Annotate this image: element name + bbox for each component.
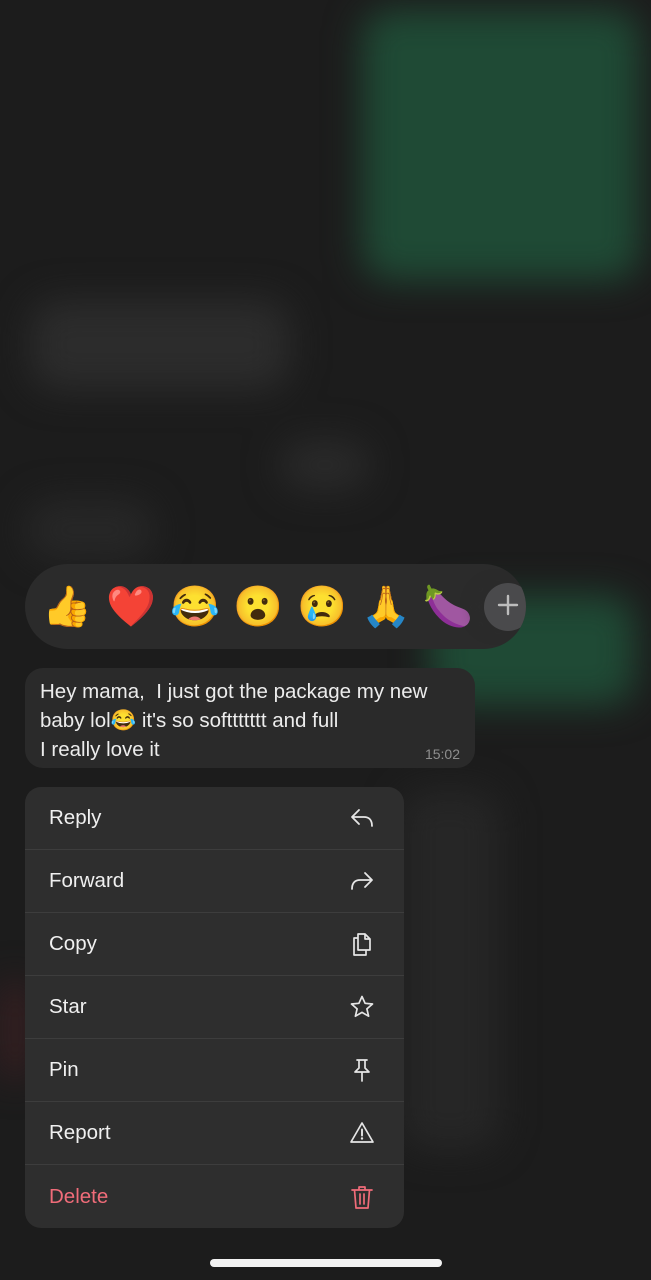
- blurred-incoming-message: [280, 440, 370, 490]
- pin-icon: [349, 1057, 375, 1083]
- menu-item-forward[interactable]: Forward: [25, 850, 404, 913]
- menu-item-label: Forward: [49, 869, 125, 892]
- more-reactions-button[interactable]: [484, 583, 526, 631]
- forward-icon: [349, 868, 375, 894]
- reply-icon: [349, 805, 375, 831]
- message-context-menu: Reply Forward Copy Star Pin Report Delet…: [25, 787, 404, 1228]
- reaction-sad[interactable]: 😢: [297, 587, 347, 627]
- reaction-thumbs-up[interactable]: 👍: [42, 587, 92, 627]
- message-timestamp: 15:02: [424, 746, 460, 762]
- menu-item-label: Star: [49, 995, 87, 1018]
- plus-icon: [496, 593, 520, 622]
- star-icon: [349, 994, 375, 1020]
- reaction-heart[interactable]: ❤️: [106, 587, 156, 627]
- reaction-surprised[interactable]: 😮: [233, 587, 283, 627]
- screen: 👍 ❤️ 😂 😮 😢 🙏 🍆 Hey mama, I just got the …: [0, 0, 651, 1280]
- menu-item-pin[interactable]: Pin: [25, 1039, 404, 1102]
- menu-item-label: Reply: [49, 806, 102, 829]
- reaction-laughing[interactable]: 😂: [170, 587, 220, 627]
- home-indicator[interactable]: [210, 1259, 442, 1267]
- message-text: Hey mama, I just got the package my new …: [40, 680, 428, 761]
- menu-item-copy[interactable]: Copy: [25, 913, 404, 976]
- reaction-bar: 👍 ❤️ 😂 😮 😢 🙏 🍆: [25, 564, 526, 649]
- menu-item-label: Pin: [49, 1058, 79, 1081]
- menu-item-delete[interactable]: Delete: [25, 1165, 404, 1228]
- message-bubble[interactable]: Hey mama, I just got the package my new …: [25, 668, 475, 768]
- menu-item-reply[interactable]: Reply: [25, 787, 404, 850]
- blurred-incoming-message: [25, 500, 155, 560]
- reaction-eggplant[interactable]: 🍆: [423, 587, 473, 627]
- blurred-incoming-message: [30, 300, 290, 390]
- menu-item-report[interactable]: Report: [25, 1102, 404, 1165]
- menu-item-label: Copy: [49, 932, 97, 955]
- trash-icon: [349, 1184, 375, 1210]
- report-icon: [349, 1120, 375, 1146]
- copy-icon: [349, 931, 375, 957]
- reaction-pray[interactable]: 🙏: [361, 587, 411, 627]
- menu-item-label: Delete: [49, 1184, 109, 1208]
- blurred-outgoing-message: [362, 10, 640, 280]
- menu-item-label: Report: [49, 1121, 111, 1144]
- menu-item-star[interactable]: Star: [25, 976, 404, 1039]
- blurred-incoming-message: [400, 790, 500, 1150]
